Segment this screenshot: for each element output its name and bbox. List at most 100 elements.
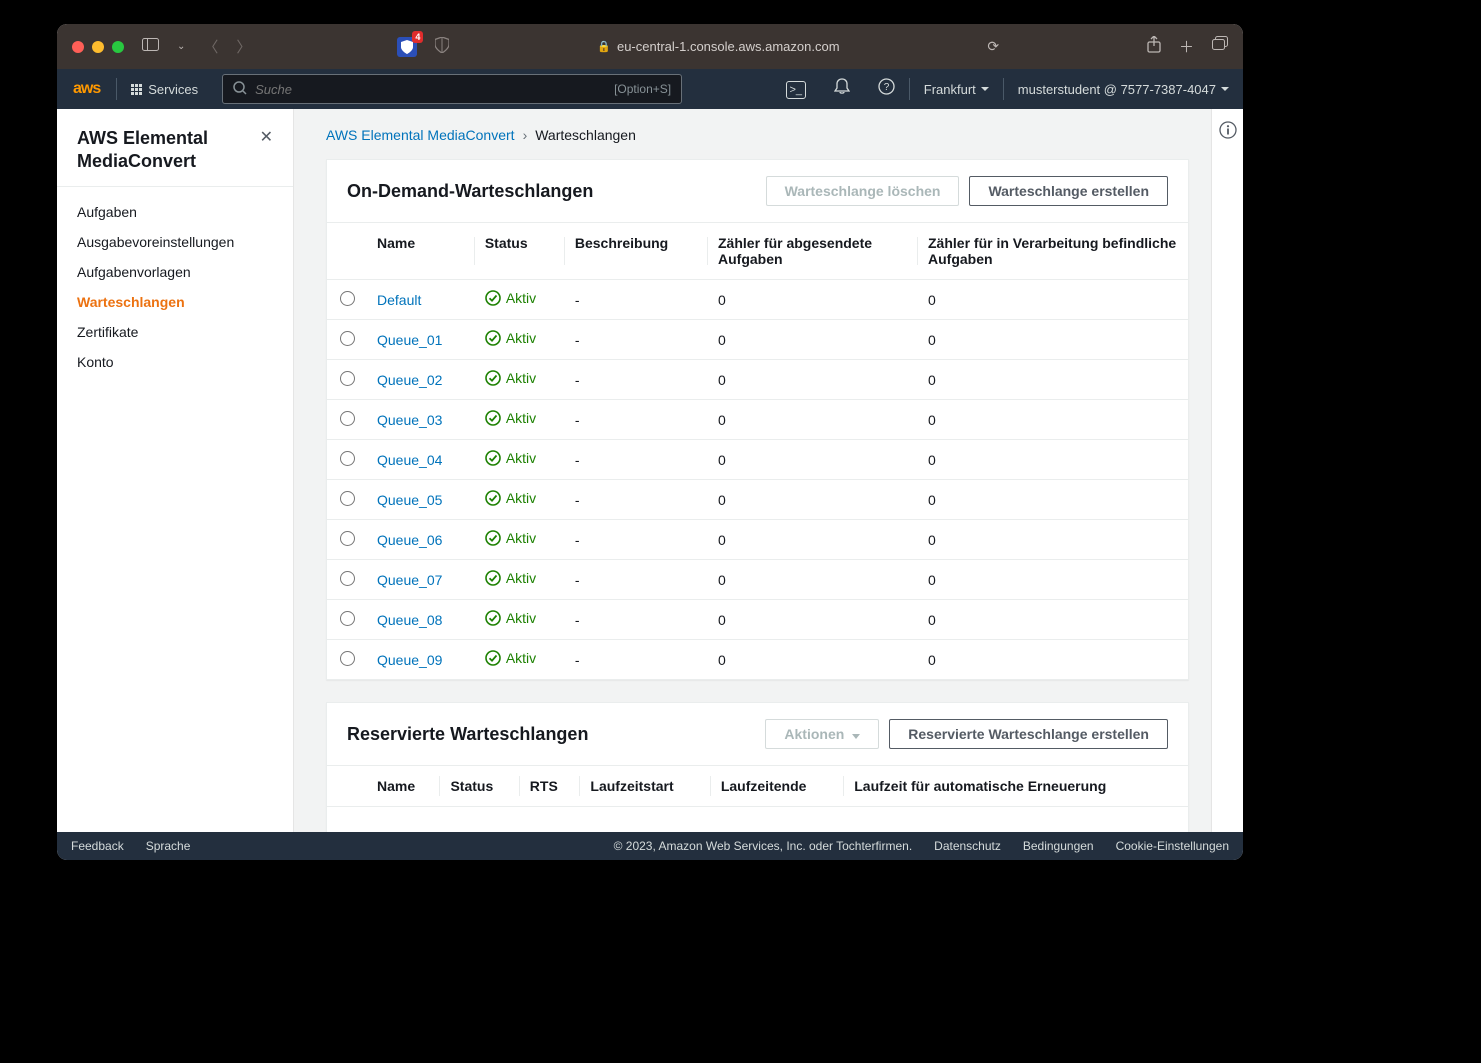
info-icon[interactable] (1219, 121, 1237, 832)
notifications-icon[interactable] (820, 78, 864, 100)
cell-processing: 0 (918, 320, 1188, 360)
status-badge: Aktiv (485, 610, 536, 626)
close-window-button[interactable] (72, 41, 84, 53)
region-selector[interactable]: Frankfurt (910, 82, 1003, 97)
on-demand-title: On-Demand-Warteschlangen (347, 181, 593, 202)
sidebar-item-konto[interactable]: Konto (57, 347, 293, 377)
cell-submitted: 0 (708, 280, 918, 320)
maximize-window-button[interactable] (112, 41, 124, 53)
cell-description: - (565, 600, 708, 640)
queue-name-link[interactable]: Queue_06 (377, 532, 442, 548)
col-name[interactable]: Name (367, 223, 475, 280)
reserved-actions-button[interactable]: Aktionen (765, 719, 879, 749)
sidebar-close-icon[interactable]: ✕ (260, 127, 273, 147)
cell-processing: 0 (918, 520, 1188, 560)
search-input[interactable] (255, 82, 614, 97)
ublock-icon[interactable]: 4 (397, 37, 417, 57)
row-select-radio[interactable] (340, 371, 355, 386)
region-label: Frankfurt (924, 82, 976, 97)
table-row: Queue_02Aktiv-00 (327, 360, 1188, 400)
language-link[interactable]: Sprache (146, 839, 191, 853)
row-select-radio[interactable] (340, 531, 355, 546)
browser-window: ⌄ 〈 〉 4 🔒 eu-central-1.console.aws.amazo… (57, 24, 1243, 860)
aws-logo[interactable]: aws (57, 80, 116, 98)
col-r-status[interactable]: Status (440, 766, 519, 807)
sidebar-title: AWS Elemental MediaConvert (77, 127, 260, 172)
cell-processing: 0 (918, 440, 1188, 480)
row-select-radio[interactable] (340, 571, 355, 586)
account-label: musterstudent @ 7577-7387-4047 (1018, 82, 1216, 97)
create-queue-button[interactable]: Warteschlange erstellen (969, 176, 1168, 206)
table-row: Queue_06Aktiv-00 (327, 520, 1188, 560)
create-reserved-queue-button[interactable]: Reservierte Warteschlange erstellen (889, 719, 1168, 749)
new-tab-icon[interactable]: ＋ (1179, 36, 1194, 57)
cell-description: - (565, 560, 708, 600)
privacy-link[interactable]: Datenschutz (934, 839, 1001, 853)
status-badge: Aktiv (485, 370, 536, 386)
table-row: Queue_04Aktiv-00 (327, 440, 1188, 480)
breadcrumb-root[interactable]: AWS Elemental MediaConvert (326, 127, 515, 143)
dropdown-chevron-icon[interactable]: ⌄ (177, 41, 185, 52)
cell-description: - (565, 480, 708, 520)
cookies-link[interactable]: Cookie-Einstellungen (1116, 839, 1229, 853)
back-button[interactable]: 〈 (203, 36, 218, 57)
status-badge: Aktiv (485, 330, 536, 346)
share-icon[interactable] (1147, 36, 1161, 57)
services-menu[interactable]: Services (117, 82, 212, 97)
queue-name-link[interactable]: Queue_09 (377, 652, 442, 668)
sidebar-item-warteschlangen[interactable]: Warteschlangen (57, 287, 293, 317)
help-icon[interactable]: ? (864, 78, 909, 100)
terms-link[interactable]: Bedingungen (1023, 839, 1094, 853)
queue-name-link[interactable]: Queue_02 (377, 372, 442, 388)
reload-button[interactable]: ⟳ (987, 38, 999, 55)
forward-button[interactable]: 〉 (236, 36, 251, 57)
search-box[interactable]: [Option+S] (222, 74, 682, 104)
col-submitted[interactable]: Zähler für abgesendete Aufgaben (708, 223, 918, 280)
row-select-radio[interactable] (340, 411, 355, 426)
cell-submitted: 0 (708, 560, 918, 600)
sidebar-item-aufgabenvorlagen[interactable]: Aufgabenvorlagen (57, 257, 293, 287)
queue-name-link[interactable]: Queue_07 (377, 572, 442, 588)
queue-name-link[interactable]: Queue_01 (377, 332, 442, 348)
cell-processing: 0 (918, 280, 1188, 320)
privacy-shield-icon[interactable] (435, 37, 449, 57)
row-select-radio[interactable] (340, 331, 355, 346)
col-processing[interactable]: Zähler für in Verarbeitung befindliche A… (918, 223, 1188, 280)
queue-name-link[interactable]: Default (377, 292, 421, 308)
col-r-end[interactable]: Laufzeitende (711, 766, 844, 807)
queue-name-link[interactable]: Queue_04 (377, 452, 442, 468)
col-r-renew[interactable]: Laufzeit für automatische Erneuerung (844, 766, 1188, 807)
col-status[interactable]: Status (475, 223, 565, 280)
queue-name-link[interactable]: Queue_05 (377, 492, 442, 508)
col-r-start[interactable]: Laufzeitstart (580, 766, 710, 807)
lock-icon: 🔒 (597, 40, 611, 53)
col-r-name[interactable]: Name (367, 766, 440, 807)
cell-processing: 0 (918, 480, 1188, 520)
breadcrumb-current: Warteschlangen (535, 127, 636, 143)
account-menu[interactable]: musterstudent @ 7577-7387-4047 (1004, 82, 1243, 97)
col-description[interactable]: Beschreibung (565, 223, 708, 280)
aws-header: aws Services [Option+S] >_ ? Frankfurt (57, 69, 1243, 109)
delete-queue-button[interactable]: Warteschlange löschen (766, 176, 960, 206)
row-select-radio[interactable] (340, 451, 355, 466)
grid-icon (131, 84, 142, 95)
sidebar-toggle-icon[interactable] (142, 38, 159, 55)
search-shortcut: [Option+S] (614, 82, 671, 96)
queue-name-link[interactable]: Queue_08 (377, 612, 442, 628)
address-bar[interactable]: 🔒 eu-central-1.console.aws.amazon.com (597, 39, 839, 54)
col-r-rts[interactable]: RTS (520, 766, 581, 807)
cloudshell-icon[interactable]: >_ (772, 80, 820, 99)
sidebar-item-zertifikate[interactable]: Zertifikate (57, 317, 293, 347)
reserved-queues-table: Name Status RTS Laufzeitstart Laufzeiten… (327, 765, 1188, 807)
row-select-radio[interactable] (340, 491, 355, 506)
row-select-radio[interactable] (340, 291, 355, 306)
row-select-radio[interactable] (340, 611, 355, 626)
feedback-link[interactable]: Feedback (71, 839, 124, 853)
tabs-overview-icon[interactable] (1212, 36, 1228, 57)
sidebar-item-aufgaben[interactable]: Aufgaben (57, 197, 293, 227)
sidebar-item-ausgabevoreinstellungen[interactable]: Ausgabevoreinstellungen (57, 227, 293, 257)
table-row: Queue_09Aktiv-00 (327, 640, 1188, 680)
row-select-radio[interactable] (340, 651, 355, 666)
queue-name-link[interactable]: Queue_03 (377, 412, 442, 428)
minimize-window-button[interactable] (92, 41, 104, 53)
